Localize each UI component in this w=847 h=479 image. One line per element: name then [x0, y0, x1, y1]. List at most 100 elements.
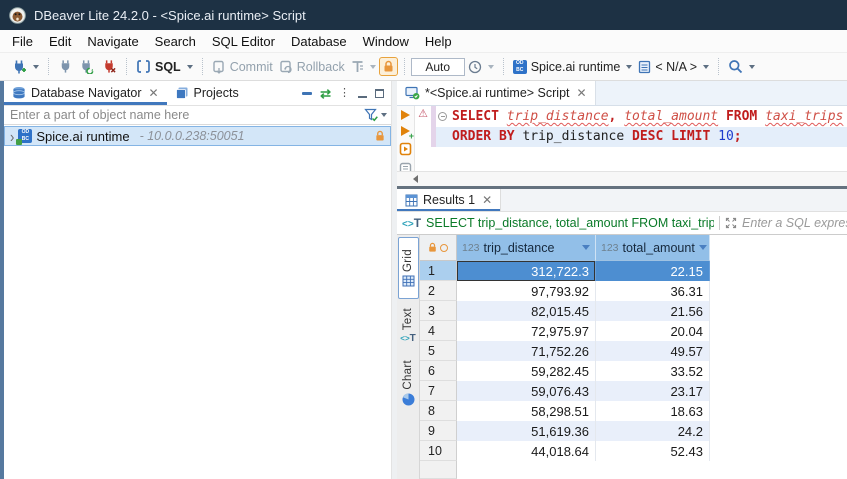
close-icon[interactable]: ✕: [482, 194, 492, 206]
tab-projects[interactable]: Projects: [167, 81, 247, 105]
collapse-all-icon[interactable]: [302, 92, 312, 95]
tab-sql-script[interactable]: *<Spice.ai runtime> Script ✕: [397, 81, 596, 105]
link-with-editor-icon[interactable]: ⇄: [320, 87, 331, 100]
row-number[interactable]: 8: [420, 401, 457, 421]
cell[interactable]: 21.56: [596, 301, 710, 321]
execute-script-button[interactable]: [399, 142, 412, 156]
sort-icon[interactable]: [699, 245, 707, 250]
transaction-history-caret[interactable]: [488, 65, 494, 69]
table-row[interactable]: 571,752.2649.57: [420, 341, 847, 361]
row-number[interactable]: 7: [420, 381, 457, 401]
table-row[interactable]: 1044,018.6452.43: [420, 441, 847, 461]
cell[interactable]: 51,619.36: [457, 421, 596, 441]
sql-editor-button[interactable]: SQL: [133, 57, 196, 76]
execute-new-tab-button[interactable]: +: [401, 126, 410, 136]
tab-results-1[interactable]: Results 1 ✕: [397, 189, 501, 211]
expand-chevron-icon[interactable]: ›: [10, 128, 14, 144]
rollback-button[interactable]: Rollback: [276, 58, 348, 76]
row-number[interactable]: 6: [420, 361, 457, 381]
tab-chart-view[interactable]: Chart: [398, 353, 419, 413]
new-connection-button[interactable]: [8, 57, 42, 77]
sort-desc-icon[interactable]: [582, 245, 590, 250]
close-icon[interactable]: ✕: [148, 87, 158, 99]
cell[interactable]: 72,975.97: [457, 321, 596, 341]
table-row[interactable]: 759,076.4323.17: [420, 381, 847, 401]
code-line[interactable]: ORDER BY trip_distance DESC LIMIT 10;: [436, 127, 847, 147]
menu-sql-editor[interactable]: SQL Editor: [212, 34, 275, 49]
sql-code-area[interactable]: SELECT trip_distance, total_amount FROM …: [436, 106, 847, 171]
cell[interactable]: 97,793.92: [457, 281, 596, 301]
expand-panel-icon[interactable]: [725, 217, 737, 229]
scroll-left-icon[interactable]: [413, 175, 418, 183]
sql-filter-icon[interactable]: <>T: [402, 216, 421, 230]
table-row[interactable]: 951,619.3624.2: [420, 421, 847, 441]
view-menu-icon[interactable]: ⋮: [339, 88, 350, 99]
maximize-view-icon[interactable]: [375, 89, 384, 98]
sql-editor-caret[interactable]: [187, 65, 193, 69]
cell[interactable]: 22.15: [596, 261, 710, 281]
table-row[interactable]: 1312,722.322.15: [420, 261, 847, 281]
menu-window[interactable]: Window: [363, 34, 409, 49]
active-connection-selector[interactable]: ODBC Spice.ai runtime: [510, 58, 636, 76]
autocommit-toggle[interactable]: [379, 57, 398, 76]
row-number[interactable]: 9: [420, 421, 457, 441]
filter-funnel-icon[interactable]: [364, 108, 379, 122]
cell[interactable]: 58,298.51: [457, 401, 596, 421]
close-icon[interactable]: ✕: [577, 87, 587, 99]
new-connection-caret[interactable]: [33, 65, 39, 69]
row-number[interactable]: 4: [420, 321, 457, 341]
menu-navigate[interactable]: Navigate: [87, 34, 138, 49]
cell[interactable]: 23.17: [596, 381, 710, 401]
menu-edit[interactable]: Edit: [49, 34, 71, 49]
cell[interactable]: 59,076.43: [457, 381, 596, 401]
filter-caret[interactable]: [381, 113, 387, 117]
cell[interactable]: 59,282.45: [457, 361, 596, 381]
table-row[interactable]: 659,282.4533.52: [420, 361, 847, 381]
cell[interactable]: 71,752.26: [457, 341, 596, 361]
cell[interactable]: 33.52: [596, 361, 710, 381]
transaction-log-button[interactable]: [348, 58, 379, 76]
row-number[interactable]: 5: [420, 341, 457, 361]
connection-tree-item[interactable]: › ODBC Spice.ai runtime - 10.0.0.238:500…: [4, 126, 391, 146]
active-schema-selector[interactable]: < N/A >: [635, 58, 712, 76]
grid-corner-cell[interactable]: [420, 235, 457, 261]
table-row[interactable]: 472,975.9720.04: [420, 321, 847, 341]
tab-text-view[interactable]: Text <>T: [398, 299, 419, 353]
fold-marker-icon[interactable]: [438, 112, 447, 121]
execute-statement-button[interactable]: [401, 110, 410, 120]
cell[interactable]: 18.63: [596, 401, 710, 421]
search-button[interactable]: [725, 57, 758, 76]
schema-selector-caret[interactable]: [703, 65, 709, 69]
connection-selector-caret[interactable]: [626, 65, 632, 69]
commit-button[interactable]: Commit: [209, 58, 276, 76]
editor-hscrollbar[interactable]: [397, 171, 847, 186]
disconnect-button[interactable]: [98, 57, 120, 76]
menu-file[interactable]: File: [12, 34, 33, 49]
reconnect-button[interactable]: [76, 57, 98, 76]
minimize-view-icon[interactable]: [358, 89, 367, 98]
cell[interactable]: 52.43: [596, 441, 710, 461]
row-number[interactable]: 3: [420, 301, 457, 321]
tab-database-navigator[interactable]: Database Navigator ✕: [4, 81, 167, 105]
connect-button[interactable]: [55, 57, 76, 76]
cell[interactable]: 36.31: [596, 281, 710, 301]
cell[interactable]: 49.57: [596, 341, 710, 361]
cell[interactable]: 24.2: [596, 421, 710, 441]
cell[interactable]: 44,018.64: [457, 441, 596, 461]
table-row[interactable]: 297,793.9236.31: [420, 281, 847, 301]
transaction-history-button[interactable]: [465, 58, 497, 76]
row-number[interactable]: 2: [420, 281, 457, 301]
result-filter-input[interactable]: [742, 216, 847, 230]
menu-database[interactable]: Database: [291, 34, 347, 49]
row-number[interactable]: 1: [420, 261, 457, 281]
object-filter-input[interactable]: [4, 108, 364, 122]
transaction-caret[interactable]: [370, 65, 376, 69]
column-header-total-amount[interactable]: 123 total_amount: [596, 235, 710, 261]
explain-plan-button[interactable]: [399, 162, 412, 171]
menu-help[interactable]: Help: [425, 34, 452, 49]
table-row[interactable]: 382,015.4521.56: [420, 301, 847, 321]
cell[interactable]: 312,722.3: [457, 261, 596, 281]
code-line[interactable]: SELECT trip_distance, total_amount FROM …: [436, 107, 847, 127]
table-row[interactable]: 858,298.5118.63: [420, 401, 847, 421]
autocommit-mode-combo[interactable]: Auto: [411, 58, 465, 76]
